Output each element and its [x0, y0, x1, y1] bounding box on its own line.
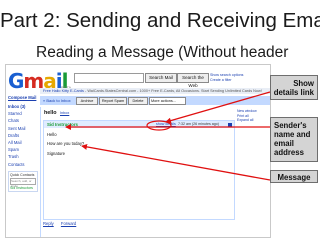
message-time: 7:32 am (26 minutes ago) — [178, 122, 219, 126]
search-mail-button[interactable]: Search Mail — [145, 73, 177, 83]
back-to-inbox-link[interactable]: « Back to Inbox — [43, 96, 71, 105]
message-subject: hello — [44, 110, 57, 116]
expand-all-link[interactable]: Expand all — [237, 118, 257, 123]
message-actions: Reply Forward — [43, 221, 82, 226]
gmail-screenshot: Gmail BETA Search Mail Search the Web Sh… — [5, 64, 271, 238]
create-filter-link[interactable]: Create a filter — [210, 78, 243, 83]
search-input[interactable] — [74, 73, 144, 83]
search-web-button[interactable]: Search the Web — [177, 73, 209, 88]
ad-link[interactable]: Free Hallo Kitty E-Cards — [43, 89, 84, 93]
ad-text: - WalCards.StatesCentral.com - 1000+ Fre… — [85, 89, 262, 93]
reply-link[interactable]: Reply — [43, 221, 54, 226]
reply-dropdown-icon[interactable] — [228, 122, 232, 127]
slide-subtitle: Reading a Message (Without header — [36, 44, 289, 61]
message-panel: hello Inbox New window Print all Expand … — [40, 107, 270, 237]
forward-link[interactable]: Forward — [61, 221, 76, 226]
message-side-links: New window Print all Expand all — [237, 109, 257, 123]
message-body-line: Hello — [47, 132, 57, 137]
slide-title: Part 2: Sending and Receiving Email — [0, 9, 320, 32]
message-toolbar: « Back to Inbox Archive Report Spam Dele… — [40, 96, 270, 105]
message-sender: Sid Instructors — [47, 122, 78, 127]
message-body-line: How are you today? — [47, 141, 85, 146]
report-spam-button[interactable]: Report Spam — [99, 97, 127, 105]
archive-button[interactable]: Archive — [76, 97, 98, 105]
nav-drafts[interactable]: Drafts — [8, 132, 38, 139]
search-links: Show search options Create a filter — [210, 73, 243, 82]
nav-starred[interactable]: Starred — [8, 110, 38, 117]
compose-mail-link[interactable]: Compose Mail — [8, 95, 38, 100]
quick-contacts-box: Quick Contacts Search, add, or invite Si… — [8, 170, 38, 192]
delete-button[interactable]: Delete — [128, 97, 148, 105]
show-details-callout: Show details link — [270, 75, 318, 100]
new-window-link[interactable]: New window — [237, 109, 257, 114]
message-callout: Message — [270, 170, 318, 183]
ad-bar: Free Hallo Kitty E-Cards - WalCards.Stat… — [40, 88, 270, 94]
message-signature: Signature — [47, 151, 65, 156]
nav-all-mail[interactable]: All Mail — [8, 139, 38, 146]
sender-callout: Sender's name and email address — [270, 117, 318, 162]
quick-contacts-label: Quick Contacts — [10, 172, 35, 177]
nav-trash[interactable]: Trash — [8, 153, 38, 160]
message-card: Sid Instructors show details 7:32 am (26… — [43, 120, 235, 220]
more-actions-select[interactable]: More actions... — [149, 97, 186, 105]
nav-chats[interactable]: Chats — [8, 117, 38, 124]
search-options-link[interactable]: Show search options — [210, 73, 243, 78]
nav-spam[interactable]: Spam — [8, 146, 38, 153]
nav-inbox[interactable]: Inbox (3) — [8, 103, 38, 110]
show-details-link[interactable]: show details — [156, 122, 176, 127]
left-nav: Compose Mail Inbox (3) Starred Chats Sen… — [8, 95, 38, 192]
quick-contacts-search[interactable]: Search, add, or invite — [10, 177, 36, 188]
nav-sent-mail[interactable]: Sent Mail — [8, 125, 38, 132]
quick-contact-item[interactable]: Sid Instructors — [10, 186, 36, 190]
message-header[interactable]: Sid Instructors show details 7:32 am (26… — [44, 121, 234, 128]
message-label[interactable]: Inbox — [60, 111, 69, 115]
nav-contacts[interactable]: Contacts — [8, 161, 38, 168]
